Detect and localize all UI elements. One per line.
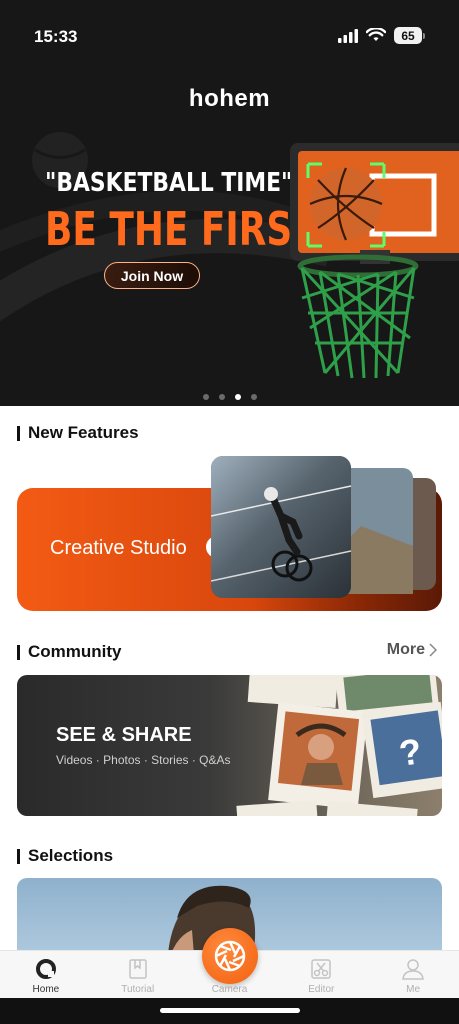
carousel-dot[interactable] [250,394,257,400]
section-marker [17,848,20,864]
tab-me[interactable]: Me [367,951,459,998]
brand-logo: hohem [188,85,271,112]
tab-editor[interactable]: Editor [275,951,367,998]
carousel-dot-active[interactable] [234,394,241,400]
section-marker [17,425,20,441]
home-icon [35,956,57,982]
tab-tutorial[interactable]: Tutorial [92,951,184,998]
carousel-dot[interactable] [202,394,209,400]
community-banner-title: SEE & SHARE [56,724,192,746]
tab-label: Camera [211,984,248,995]
carousel-dot[interactable] [218,394,225,400]
chevron-right-icon [429,643,437,657]
cyclist-photo-stack [211,456,436,598]
community-more-link[interactable]: More [387,641,437,659]
wifi-icon [366,28,386,41]
polaroid-photos-illustration: ? [236,675,442,816]
section-title: New Features [28,423,139,442]
camera-shutter-button[interactable] [202,928,258,984]
section-marker [17,644,20,660]
shutter-icon [214,940,246,972]
battery-tip [423,32,425,39]
status-time: 15:33 [34,27,78,46]
status-icons: 65 [338,27,425,44]
battery-level: 65 [394,27,422,44]
home-indicator[interactable] [160,1008,300,1013]
hero-headline-secondary: BE THE FIRST [45,202,317,256]
community-banner-tags: Videos · Photos · Stories · Q&As [56,753,231,767]
more-label: More [386,641,425,658]
section-title: Selections [28,846,114,865]
creative-studio-label: Creative Studio [50,537,187,559]
tab-label: Home [32,984,60,995]
home-indicator-area [0,998,459,1024]
selections-heading: Selections [17,846,113,866]
community-banner[interactable]: ? SEE & SHARE Videos · Photos · Stories … [17,675,442,816]
tab-label: Tutorial [121,984,155,995]
tab-label: Me [406,984,421,995]
carousel-dots[interactable] [0,394,459,400]
basketball-hoop-illustration [290,143,459,379]
book-icon [127,956,149,982]
tab-home[interactable]: Home [0,951,92,998]
hero-headline-primary: "BASKETBALL TIME" [45,168,293,198]
scissors-icon [310,956,332,982]
hero-banner[interactable]: 15:33 65 hohem "BASKETBALL TIME" BE THE … [0,0,459,406]
community-heading: Community [17,642,122,662]
new-features-heading: New Features [17,423,139,443]
battery-indicator: 65 [394,27,425,44]
tab-label: Editor [308,984,335,995]
section-title: Community [28,642,122,661]
creative-studio-card[interactable]: Creative Studio [17,456,442,611]
join-now-button[interactable]: Join Now [104,262,200,289]
person-icon [401,956,425,982]
signal-icon [338,28,358,43]
